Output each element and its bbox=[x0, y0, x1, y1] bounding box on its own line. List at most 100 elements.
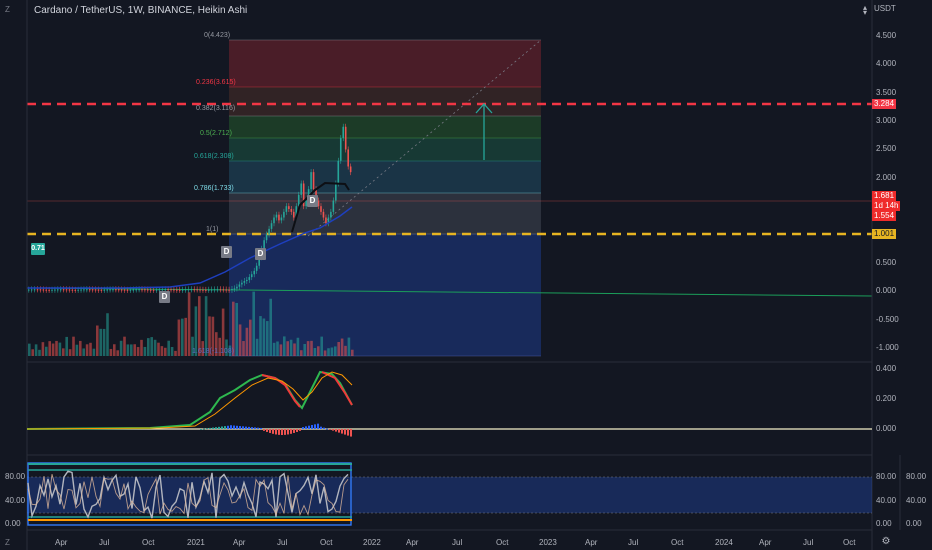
candle-body bbox=[36, 289, 39, 291]
volume-bar bbox=[174, 350, 177, 356]
candle-body bbox=[325, 217, 327, 224]
candle-body bbox=[132, 289, 135, 291]
candle-body bbox=[117, 289, 120, 291]
candle-body bbox=[144, 289, 146, 291]
volume-bar bbox=[119, 340, 123, 356]
fib-zone-2 bbox=[229, 116, 541, 138]
candle-body bbox=[88, 289, 91, 291]
candle-body bbox=[238, 284, 241, 287]
volume-bar bbox=[99, 328, 102, 356]
volume-bar bbox=[306, 341, 310, 356]
gear-icon[interactable]: ⚙ bbox=[880, 536, 892, 548]
volume-bar bbox=[133, 344, 136, 356]
candle-body bbox=[74, 289, 77, 291]
volume-bar bbox=[310, 340, 313, 356]
stoch-axis-label: 40.00 bbox=[5, 495, 26, 505]
dividend-marker-4[interactable]: D bbox=[307, 195, 318, 207]
time-axis-label: Oct bbox=[320, 538, 333, 547]
stoch-axis-label: 80.00 bbox=[876, 472, 897, 481]
time-axis-label: Jul bbox=[628, 538, 639, 547]
volume-bar bbox=[334, 346, 337, 356]
candle-body bbox=[106, 289, 108, 291]
candle-body bbox=[222, 289, 225, 291]
volume-bar bbox=[259, 316, 262, 356]
zoom-button-top[interactable]: Z bbox=[5, 5, 10, 14]
macd-bar bbox=[350, 429, 352, 437]
candle-body bbox=[241, 282, 243, 285]
macd-bar bbox=[245, 426, 247, 429]
fib-label-0: 0(4.423) bbox=[204, 32, 231, 39]
candle-body bbox=[207, 289, 210, 291]
volume-bar bbox=[320, 336, 323, 356]
candle-body bbox=[349, 166, 352, 173]
volume-bar bbox=[242, 341, 245, 356]
candle-body bbox=[155, 289, 158, 291]
candle-body bbox=[292, 211, 295, 218]
dividend-marker-3[interactable]: D bbox=[255, 248, 266, 260]
candle-body bbox=[255, 265, 258, 271]
volume-bar bbox=[79, 340, 82, 356]
macd-bar bbox=[320, 426, 322, 429]
candle-body bbox=[28, 289, 30, 291]
time-axis-label: 2021 bbox=[187, 538, 205, 547]
fib-zone-1 bbox=[229, 87, 541, 116]
macd-bar bbox=[272, 429, 274, 434]
volume-bar bbox=[150, 337, 153, 356]
volume-bar bbox=[323, 350, 327, 356]
volume-bar bbox=[45, 346, 48, 356]
volume-bar bbox=[187, 292, 191, 356]
fib-zone-6 bbox=[229, 234, 541, 356]
candle-body bbox=[347, 149, 349, 167]
candle-body bbox=[236, 286, 238, 289]
zoom-button-bottom[interactable]: Z bbox=[5, 538, 10, 547]
volume-bar bbox=[303, 343, 306, 356]
stoch-axis-label: 0.00 bbox=[876, 519, 892, 528]
price-axis-label: 3.500 bbox=[876, 87, 897, 97]
candle-body bbox=[178, 289, 181, 291]
volume-bar bbox=[177, 319, 181, 356]
candle-body bbox=[48, 289, 50, 291]
volume-bar bbox=[34, 344, 38, 356]
volume-bar bbox=[300, 350, 303, 356]
macd-bar bbox=[215, 427, 217, 429]
volume-bar bbox=[72, 336, 75, 356]
dividend-marker-2[interactable]: D bbox=[221, 246, 232, 258]
candle-body bbox=[233, 288, 236, 290]
volume-bar bbox=[140, 339, 143, 356]
main-chart[interactable] bbox=[0, 0, 932, 550]
stoch-axis-label: 0.00 bbox=[906, 519, 922, 528]
macd-bar bbox=[206, 428, 208, 430]
macd-bar bbox=[260, 427, 262, 429]
macd-bar bbox=[275, 429, 277, 435]
stoch-axis-label: 40.00 bbox=[906, 495, 927, 505]
volume-bar bbox=[28, 343, 31, 356]
volume-bar bbox=[48, 341, 51, 356]
candle-body bbox=[170, 289, 172, 291]
macd-bar bbox=[257, 427, 259, 429]
candle-body bbox=[112, 289, 114, 291]
fib-zone-4 bbox=[229, 161, 541, 193]
macd-line bbox=[26, 370, 353, 430]
macd-bar bbox=[317, 423, 319, 429]
macd-bar bbox=[269, 429, 271, 433]
macd-bar bbox=[263, 429, 265, 431]
volume-bar bbox=[55, 340, 58, 356]
volume-bar bbox=[249, 319, 252, 356]
macd-line-red bbox=[261, 371, 353, 408]
volume-bar bbox=[51, 343, 55, 356]
candle-body bbox=[193, 289, 196, 291]
candle-body bbox=[149, 289, 152, 291]
dividend-marker-1[interactable]: D bbox=[159, 291, 170, 303]
volume-bar bbox=[184, 317, 187, 356]
candle-body bbox=[100, 289, 103, 291]
macd-bar bbox=[326, 428, 328, 430]
volume-bar bbox=[82, 348, 85, 356]
macd-bar bbox=[233, 425, 235, 429]
candle-body bbox=[196, 289, 198, 291]
time-axis-label: Oct bbox=[142, 538, 155, 547]
candle-body bbox=[243, 281, 246, 283]
candle-body bbox=[205, 289, 207, 291]
candle-body bbox=[210, 289, 213, 291]
macd-bar bbox=[278, 429, 280, 435]
candle-body bbox=[290, 209, 293, 212]
